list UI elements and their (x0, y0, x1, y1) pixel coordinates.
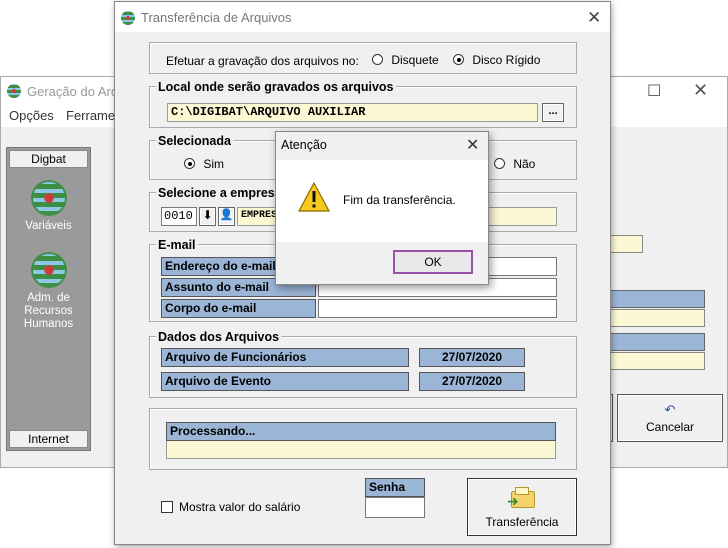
processando-label: Processando... (166, 422, 556, 441)
save-option-group: Efetuar a gravação dos arquivos no: Disq… (149, 42, 577, 74)
close-icon[interactable]: ✕ (587, 8, 601, 28)
arquivo-funcionarios-label: Arquivo de Funcionários (161, 348, 409, 367)
radio-disco-rigido[interactable]: Disco Rígido (453, 53, 540, 67)
sidebar: Digbat Variáveis Adm. de Recursos Humano… (6, 147, 91, 451)
radio-circle-selected[interactable] (453, 54, 464, 65)
sidebar-digbat-button[interactable]: Digbat (9, 150, 88, 168)
background-window-title: Geração do Arq (27, 84, 119, 99)
radio-disco-rigido-label: Disco Rígido (472, 53, 541, 67)
alert-body: Fim da transferência. (276, 160, 488, 242)
mostra-salario-checkbox[interactable] (161, 501, 173, 513)
bg-field (605, 352, 705, 370)
radio-circle[interactable] (494, 158, 505, 169)
transferencia-button[interactable]: ➜ Transferência (467, 478, 577, 536)
radio-sim-label: Sim (203, 157, 225, 171)
bg-field (605, 309, 705, 327)
bg-header (605, 290, 705, 308)
dialog-title: Transferência de Arquivos (141, 10, 292, 25)
arquivo-funcionarios-date: 27/07/2020 (419, 348, 525, 367)
location-label: Local onde serão gravados os arquivos (156, 80, 396, 94)
bg-header (605, 333, 705, 351)
location-group: Local onde serão gravados os arquivos C:… (149, 80, 577, 128)
dados-label: Dados dos Arquivos (156, 330, 282, 344)
radio-disquete[interactable]: Disquete (372, 53, 439, 67)
empresa-label: Selecione a empresa (156, 186, 284, 200)
radio-sim[interactable]: Sim (184, 157, 224, 171)
email-body-label: Corpo do e-mail (161, 299, 316, 318)
arquivo-evento-date: 27/07/2020 (419, 372, 525, 391)
senha-input[interactable] (365, 497, 425, 518)
radio-circle-selected[interactable] (184, 158, 195, 169)
close-icon[interactable]: ✕ (466, 135, 479, 155)
search-person-icon[interactable]: 👤 (218, 207, 235, 226)
undo-icon: ↶ (664, 402, 676, 417)
alert-title: Atenção (281, 138, 327, 152)
dados-group: Dados dos Arquivos Arquivo de Funcionári… (149, 330, 577, 398)
app-logo-icon (121, 11, 135, 25)
radio-circle[interactable] (372, 54, 383, 65)
maximize-icon[interactable]: ☐ (647, 81, 661, 101)
ok-button[interactable]: OK (393, 250, 473, 274)
alert-message: Fim da transferência. (343, 193, 456, 207)
folder-transfer-icon: ➜ (507, 485, 537, 509)
alert-dialog: Atenção ✕ Fim da transferência. OK (275, 131, 489, 285)
radio-nao-label: Não (513, 157, 536, 171)
cancelar-label: Cancelar (645, 420, 695, 434)
sidebar-item-variaveis[interactable]: Variáveis (7, 180, 90, 233)
sidebar-internet-button[interactable]: Internet (9, 430, 88, 448)
mostra-salario-label: Mostra valor do salário (179, 500, 301, 514)
progress-bar (166, 441, 556, 459)
radio-nao[interactable]: Não (494, 157, 535, 171)
email-label: E-mail (156, 238, 198, 252)
senha-label: Senha (365, 478, 425, 497)
empresa-code-input[interactable]: 0010 (161, 207, 197, 226)
browse-button[interactable]: ... (542, 103, 564, 122)
download-icon[interactable]: ⬇ (199, 207, 216, 226)
app-logo-icon (7, 84, 21, 98)
path-input[interactable]: C:\DIGIBAT\ARQUIVO AUXILIAR (167, 103, 538, 122)
globe-icon (30, 180, 67, 216)
cancelar-button[interactable]: ↶ Cancelar (617, 394, 723, 442)
warning-icon (298, 182, 330, 212)
processando-group: Processando... (149, 408, 577, 470)
save-option-label: Efetuar a gravação dos arquivos no: (166, 54, 359, 68)
sidebar-item-label: Variáveis (25, 220, 72, 232)
sidebar-item-label: Adm. de Recursos Humanos (23, 292, 74, 330)
menu-opcoes[interactable]: Opções (9, 108, 54, 123)
globe-icon (30, 252, 67, 288)
arquivo-evento-label: Arquivo de Evento (161, 372, 409, 391)
email-body-input[interactable] (318, 299, 557, 318)
close-icon[interactable]: ✕ (693, 80, 708, 101)
sidebar-item-adm-rh[interactable]: Adm. de Recursos Humanos (7, 252, 90, 331)
selecionada-label: Selecionada (156, 134, 233, 148)
dialog-titlebar: Transferência de Arquivos ✕ (115, 2, 610, 32)
radio-disquete-label: Disquete (391, 53, 439, 67)
transferencia-label: Transferência (485, 515, 559, 529)
